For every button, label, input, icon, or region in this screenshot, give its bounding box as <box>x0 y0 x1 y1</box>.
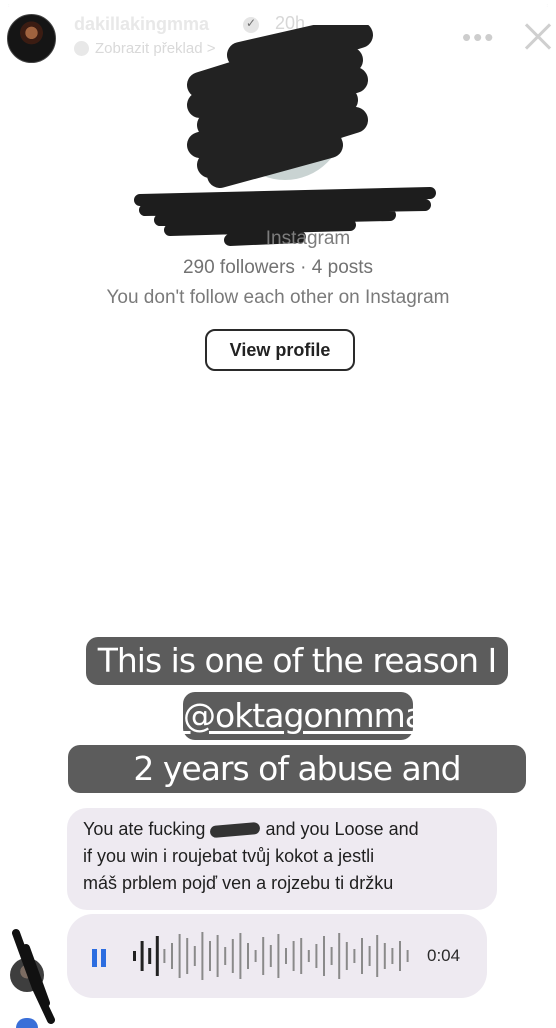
waveform-bar <box>277 934 280 978</box>
waveform-bar <box>193 946 196 966</box>
story-progress-fill <box>8 4 548 7</box>
waveform-bar <box>406 950 409 962</box>
waveform-bar <box>224 947 227 965</box>
redacted-word <box>210 822 261 839</box>
caption-line-3: 2 years of abuse and disrespect <box>68 745 526 836</box>
waveform-bar <box>239 933 242 979</box>
waveform-bar <box>368 946 371 966</box>
view-profile-button[interactable]: View profile <box>205 329 355 371</box>
waveform-bar <box>155 936 159 976</box>
waveform-bar <box>361 938 363 974</box>
voice-duration: 0:04 <box>427 946 461 965</box>
waveform-bar <box>323 936 325 976</box>
caption-line-1: This is one of the reason I left <box>86 637 508 728</box>
waveform-bar <box>262 937 265 975</box>
waveform-bar <box>231 939 234 973</box>
waveform-bar <box>345 942 348 970</box>
redaction-scribble <box>134 25 436 246</box>
waveform <box>133 932 409 980</box>
waveform-bar <box>178 934 181 978</box>
pause-icon[interactable] <box>92 949 106 967</box>
waveform-bar <box>315 944 318 968</box>
platform-label: Instagram <box>0 228 556 250</box>
message-line-2: if you win i roujebat tvůj kokot a jestl… <box>83 846 375 866</box>
waveform-bar <box>376 935 379 977</box>
message-text-part2: and you Loose and <box>265 819 419 839</box>
waveform-bar <box>186 938 189 974</box>
followers-count: 290 followers · 4 posts <box>182 257 374 278</box>
waveform-bar <box>338 933 341 979</box>
caption-mention[interactable]: @oktagonmma <box>183 692 425 740</box>
bottom-redaction-scribble <box>12 929 55 1024</box>
waveform-bar <box>209 941 211 971</box>
waveform-bar <box>163 949 166 963</box>
waveform-bar <box>399 941 401 971</box>
waveform-bar <box>140 941 144 971</box>
instagram-label: Instagram <box>265 228 351 249</box>
waveform-bar <box>148 948 152 964</box>
waveform-bar <box>171 943 173 969</box>
waveform-bar <box>383 943 386 969</box>
story-avatar[interactable] <box>7 14 56 63</box>
redaction-strokes <box>187 25 373 188</box>
message-line-1: You ate fucking and you Loose and <box>83 816 481 843</box>
waveform-bar <box>201 932 204 980</box>
waveform-bar <box>391 948 394 964</box>
message-line-3: máš prblem pojď ven a rojzebu ti držku <box>83 873 394 893</box>
story-progress-bar <box>8 4 548 7</box>
waveform-bar <box>292 941 295 971</box>
waveform-bar <box>216 935 219 977</box>
waveform-bar <box>269 945 272 967</box>
message-text-part1: You ate fucking <box>83 819 206 839</box>
waveform-bar <box>285 948 287 964</box>
waveform-bar <box>254 950 257 962</box>
close-icon[interactable] <box>521 18 556 56</box>
translate-icon <box>74 41 89 56</box>
waveform-bar <box>307 950 310 962</box>
more-options-icon[interactable]: ••• <box>462 22 495 53</box>
voice-note[interactable]: 0:04 <box>67 914 487 998</box>
waveform-bar <box>133 951 136 961</box>
message-bubble: You ate fucking and you Loose and if you… <box>67 808 497 910</box>
waveform-bar <box>330 947 333 965</box>
waveform-bar <box>353 949 356 963</box>
follow-status-note: You don't follow each other on Instagram <box>106 287 450 308</box>
waveform-bar <box>247 943 249 969</box>
waveform-bar <box>300 938 303 974</box>
